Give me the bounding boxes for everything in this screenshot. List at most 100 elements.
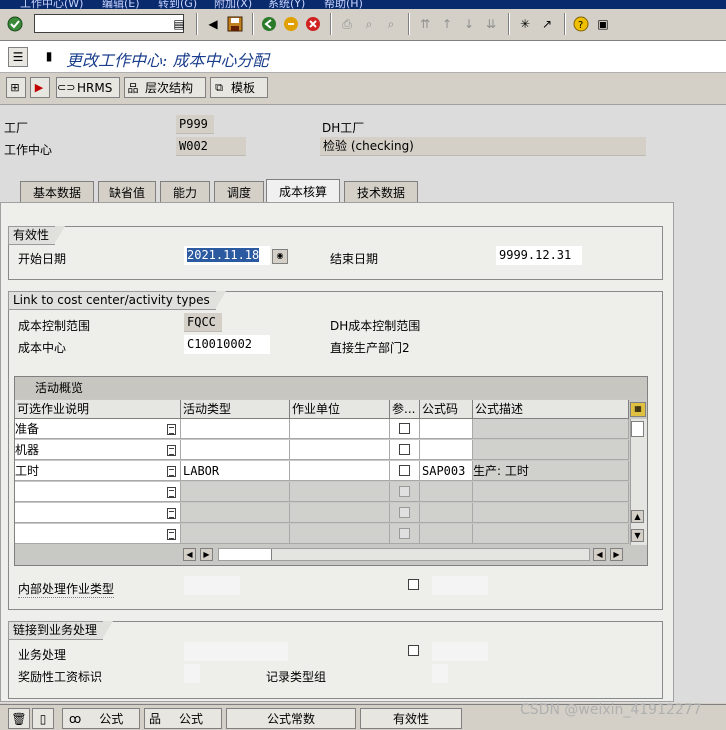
cancel-icon[interactable]	[304, 15, 322, 33]
document-icon[interactable]	[167, 466, 176, 477]
other-object-icon[interactable]: ▮	[40, 47, 58, 65]
record-type-group-field[interactable]	[432, 664, 448, 683]
table-row[interactable]	[15, 482, 181, 502]
business-process-field-2[interactable]	[432, 642, 488, 661]
new-button[interactable]: ▯	[32, 708, 54, 729]
cost-center-input[interactable]: C10010002	[184, 335, 270, 354]
vertical-scroll-thumb[interactable]	[631, 421, 644, 437]
formula-key-cell[interactable]	[420, 419, 473, 439]
tab-costing[interactable]: 成本核算	[266, 179, 340, 203]
start-date-input[interactable]: 2021.11.18	[184, 246, 270, 265]
new-session-icon[interactable]: ✳	[516, 15, 534, 33]
tab-defaults[interactable]: 缺省值	[98, 181, 156, 202]
tab-technical-data[interactable]: 技术数据	[344, 181, 418, 202]
internal-activity-field[interactable]	[184, 576, 240, 595]
enter-icon[interactable]	[6, 15, 24, 33]
table-settings-icon[interactable]: ▦	[630, 402, 646, 417]
next-page-icon[interactable]: ↓	[460, 15, 478, 33]
menu-extras[interactable]: 附加(X)	[214, 0, 252, 9]
last-page-icon[interactable]: ⇊	[482, 15, 500, 33]
menu-help[interactable]: 帮助(H)	[324, 0, 363, 9]
reference-checkbox[interactable]	[399, 444, 410, 455]
print-icon[interactable]: ⎙	[338, 15, 356, 33]
document-icon[interactable]	[167, 529, 176, 540]
structure-icon[interactable]: ⊞	[6, 77, 26, 98]
collapse-icon[interactable]: ◀	[204, 15, 222, 33]
table-row[interactable]	[15, 503, 181, 523]
find-icon[interactable]: ⌕	[360, 15, 378, 33]
column-header-formula-description[interactable]: 公式描述	[473, 400, 629, 419]
menu-toggle-icon[interactable]: ☰	[8, 47, 28, 67]
scroll-right-end-icon[interactable]: ▶	[610, 548, 623, 561]
activity-type-cell[interactable]: LABOR	[181, 461, 290, 481]
command-field[interactable]	[34, 14, 184, 33]
reference-checkbox[interactable]	[399, 465, 410, 476]
workcenter-field[interactable]: W002	[176, 137, 246, 156]
tab-scheduling[interactable]: 调度	[214, 181, 264, 202]
menu-edit[interactable]: 编辑(E)	[102, 0, 140, 9]
first-page-icon[interactable]: ⇈	[416, 15, 434, 33]
back-icon[interactable]	[260, 15, 278, 33]
plant-field[interactable]: P999	[176, 115, 214, 134]
shortcut-icon[interactable]: ↗	[538, 15, 556, 33]
unit-cell[interactable]	[290, 440, 390, 460]
end-date-input[interactable]: 9999.12.31	[496, 246, 582, 265]
table-row[interactable]: 机器	[15, 440, 181, 460]
hierarchy-button[interactable]: 品 层次结构	[124, 77, 206, 98]
calendar-icon[interactable]: ◉	[272, 249, 288, 264]
template-button[interactable]: ⧉ 模板	[210, 77, 268, 98]
table-row[interactable]	[15, 524, 181, 544]
tab-capacities[interactable]: 能力	[160, 181, 210, 202]
column-header-activity-type[interactable]: 活动类型	[181, 400, 290, 419]
formula-key-cell[interactable]	[420, 440, 473, 460]
table-row[interactable]: 工时	[15, 461, 181, 481]
menu-system[interactable]: 系统(Y)	[268, 0, 305, 9]
business-process-field[interactable]	[184, 642, 288, 661]
column-header-description[interactable]: 可选作业说明	[15, 400, 181, 419]
vertical-scrollbar[interactable]	[630, 419, 647, 545]
horizontal-scrollbar[interactable]	[218, 548, 590, 561]
document-icon[interactable]	[167, 508, 176, 519]
document-icon[interactable]	[167, 424, 176, 435]
scroll-right-icon[interactable]: ▶	[200, 548, 213, 561]
internal-activity-checkbox[interactable]	[408, 579, 419, 590]
delete-button[interactable]: 🗑	[8, 708, 30, 729]
previous-page-icon[interactable]: ↑	[438, 15, 456, 33]
incentive-wage-field[interactable]	[184, 664, 200, 683]
document-icon[interactable]	[167, 445, 176, 456]
business-process-checkbox[interactable]	[408, 645, 419, 656]
hrms-button[interactable]: ⊂⊃ HRMS	[56, 77, 120, 98]
scroll-up-icon[interactable]: ▲	[631, 510, 644, 523]
horizontal-scroll-thumb[interactable]	[219, 549, 272, 560]
formula-button-2[interactable]: 品 公式	[144, 708, 222, 729]
formula-constants-button[interactable]: 公式常数	[226, 708, 356, 729]
scroll-left-icon[interactable]: ◀	[183, 548, 196, 561]
help-icon[interactable]: ?	[572, 15, 590, 33]
column-header-formula-key[interactable]: 公式码	[420, 400, 473, 419]
tab-basic-data[interactable]: 基本数据	[20, 181, 94, 202]
document-icon[interactable]	[167, 487, 176, 498]
customize-layout-icon[interactable]: ▣	[594, 15, 612, 33]
controlling-area-field[interactable]: FQCC	[184, 313, 222, 332]
unit-cell[interactable]	[290, 419, 390, 439]
find-next-icon[interactable]: ⌕	[382, 15, 400, 33]
internal-activity-field-2[interactable]	[432, 576, 488, 595]
reference-checkbox[interactable]	[399, 423, 410, 434]
column-header-unit[interactable]: 作业单位	[290, 400, 390, 419]
formula-button-1[interactable]: ꝏ 公式	[62, 708, 140, 729]
menu-workcenter[interactable]: 工作中心(W)	[20, 0, 83, 9]
menu-goto[interactable]: 转到(G)	[158, 0, 197, 9]
formula-key-cell[interactable]: SAP003	[420, 461, 473, 481]
scroll-down-icon[interactable]: ▼	[631, 529, 644, 542]
save-icon[interactable]	[226, 15, 244, 33]
validity-button[interactable]: 有效性	[360, 708, 462, 729]
unit-cell[interactable]	[290, 461, 390, 481]
command-history-icon[interactable]: ▤	[170, 15, 188, 33]
column-header-reference[interactable]: 参...	[390, 400, 420, 419]
scroll-left-end-icon[interactable]: ◀	[593, 548, 606, 561]
table-row[interactable]: 准备	[15, 419, 181, 439]
activity-type-cell[interactable]	[181, 419, 290, 439]
activity-type-cell[interactable]	[181, 440, 290, 460]
exit-icon[interactable]	[282, 15, 300, 33]
display-change-icon[interactable]: ▶	[30, 77, 50, 98]
